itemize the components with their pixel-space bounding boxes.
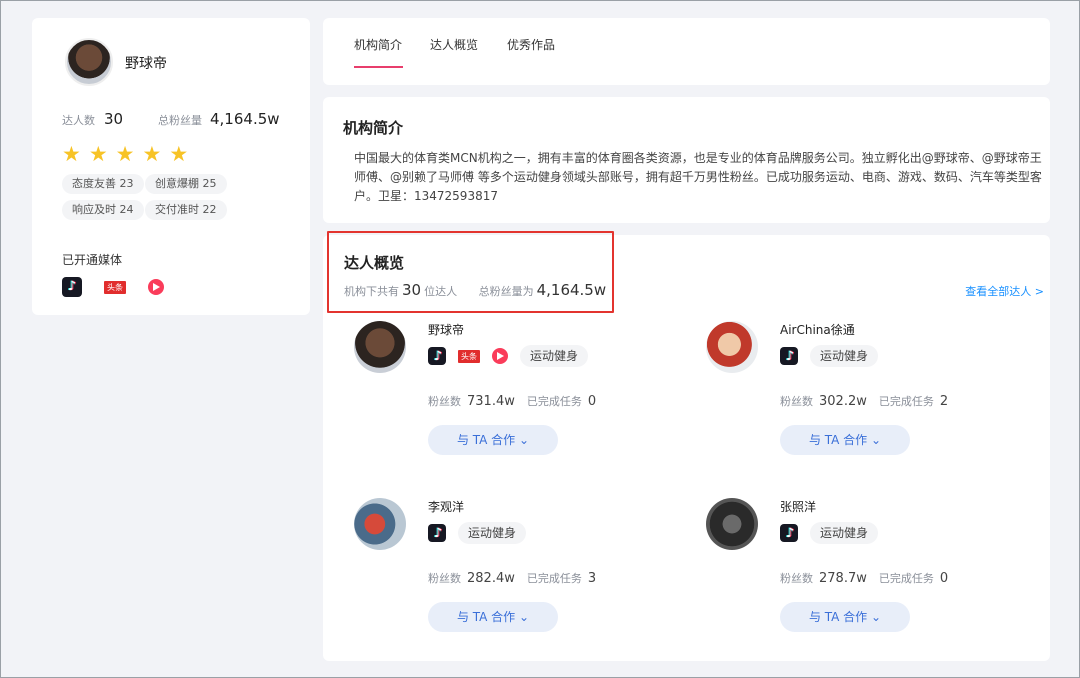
talent-stats: 粉丝数 278.7w 已完成任务 0 [780, 570, 960, 586]
talent-card: 李观洋 运动健身 粉丝数 282.4w 已完成任务 3 与 TA 合作 ⌄ [354, 498, 674, 648]
douyin-icon [780, 524, 800, 544]
talent-media: 头条 运动健身 [428, 345, 589, 367]
cooperate-button[interactable]: 与 TA 合作 ⌄ [780, 425, 910, 455]
douyin-icon [428, 524, 448, 544]
talent-name[interactable]: 李观洋 [428, 498, 464, 515]
talent-media: 运动健身 [780, 522, 879, 544]
fans-label: 粉丝数 [780, 395, 813, 408]
media-list: 头条 [62, 277, 164, 297]
star-icon: ★ [142, 142, 162, 166]
tab-intro[interactable]: 机构简介 [354, 36, 402, 53]
active-tab-indicator [354, 66, 403, 68]
xigua-icon[interactable] [148, 279, 164, 295]
talent-card: 张照洋 运动健身 粉丝数 278.7w 已完成任务 0 与 TA 合作 ⌄ [706, 498, 1026, 648]
category-tag: 运动健身 [810, 522, 879, 544]
xigua-icon [492, 348, 508, 364]
talent-card: 野球帝 头条 运动健身 粉丝数 731.4w 已完成任务 0 与 TA 合作 ⌄ [354, 321, 674, 471]
category-tag: 运动健身 [458, 522, 527, 544]
talent-stats: 粉丝数 302.2w 已完成任务 2 [780, 393, 960, 409]
douyin-icon [780, 347, 800, 367]
cooperate-button[interactable]: 与 TA 合作 ⌄ [428, 602, 558, 632]
tasks-value: 0 [587, 394, 597, 409]
fans-value: 278.7w [819, 571, 867, 586]
talent-stats: 粉丝数 731.4w 已完成任务 0 [428, 393, 608, 409]
talent-media: 运动健身 [428, 522, 527, 544]
talent-stats: 粉丝数 282.4w 已完成任务 3 [428, 570, 608, 586]
category-tag: 运动健身 [520, 345, 589, 367]
intro-text: 中国最大的体育类MCN机构之一，拥有丰富的体育圈各类资源，也是专业的体育品牌服务… [354, 151, 1042, 203]
fans-value: 302.2w [819, 394, 867, 409]
avatar[interactable] [706, 321, 758, 373]
avatar[interactable] [354, 498, 406, 550]
tasks-value: 2 [939, 394, 949, 409]
fans-label: 粉丝数 [780, 572, 813, 585]
rating-tag: 交付准时 22 [145, 200, 227, 220]
toutiao-icon[interactable]: 头条 [104, 280, 126, 294]
star-icon: ★ [115, 142, 135, 166]
view-all-link[interactable]: 查看全部达人 > [965, 283, 1044, 299]
rating-tag: 响应及时 24 [62, 200, 144, 220]
fans-label: 总粉丝量 [158, 114, 202, 127]
profile-card: 野球帝 达人数 30 总粉丝量 4,164.5w ★ ★ ★ ★ ★ 态度友善 … [32, 18, 310, 315]
cooperate-button[interactable]: 与 TA 合作 ⌄ [428, 425, 558, 455]
talent-name[interactable]: 张照洋 [780, 498, 816, 515]
highlight-box [327, 231, 614, 313]
rating-tag: 创意爆棚 25 [145, 174, 227, 194]
tab-bar: 机构简介 达人概览 优秀作品 [323, 18, 1050, 85]
tasks-label: 已完成任务 [878, 395, 934, 408]
avatar[interactable] [354, 321, 406, 373]
fans-value: 731.4w [467, 394, 515, 409]
profile-name: 野球帝 [125, 56, 167, 72]
rating-tag: 态度友善 23 [62, 174, 144, 194]
star-icon: ★ [88, 142, 108, 166]
avatar [65, 38, 113, 86]
talent-name[interactable]: AirChina徐通 [780, 321, 855, 338]
media-title: 已开通媒体 [62, 253, 123, 267]
douyin-icon[interactable] [62, 277, 82, 297]
rating-stars: ★ ★ ★ ★ ★ [62, 144, 188, 165]
tasks-label: 已完成任务 [526, 572, 582, 585]
talent-media: 运动健身 [780, 345, 879, 367]
tab-works[interactable]: 优秀作品 [507, 36, 555, 53]
fans-label: 粉丝数 [428, 572, 461, 585]
fans-total: 4,164.5w [210, 110, 280, 128]
talent-count: 30 [104, 110, 124, 128]
star-icon: ★ [169, 142, 189, 166]
fans-label: 粉丝数 [428, 395, 461, 408]
avatar[interactable] [706, 498, 758, 550]
intro-title: 机构简介 [343, 119, 404, 137]
category-tag: 运动健身 [810, 345, 879, 367]
talent-name[interactable]: 野球帝 [428, 321, 464, 338]
talent-card: AirChina徐通 运动健身 粉丝数 302.2w 已完成任务 2 与 TA 合作 … [706, 321, 1026, 471]
tasks-value: 0 [939, 571, 949, 586]
tasks-label: 已完成任务 [526, 395, 582, 408]
talent-count-label: 达人数 [62, 114, 95, 127]
tasks-value: 3 [587, 571, 597, 586]
toutiao-icon: 头条 [458, 349, 480, 363]
douyin-icon [428, 347, 448, 367]
intro-section: 机构简介 中国最大的体育类MCN机构之一，拥有丰富的体育圈各类资源，也是专业的体… [323, 97, 1050, 223]
cooperate-button[interactable]: 与 TA 合作 ⌄ [780, 602, 910, 632]
star-icon: ★ [62, 142, 81, 166]
tasks-label: 已完成任务 [878, 572, 934, 585]
fans-value: 282.4w [467, 571, 515, 586]
tab-overview[interactable]: 达人概览 [430, 36, 478, 53]
